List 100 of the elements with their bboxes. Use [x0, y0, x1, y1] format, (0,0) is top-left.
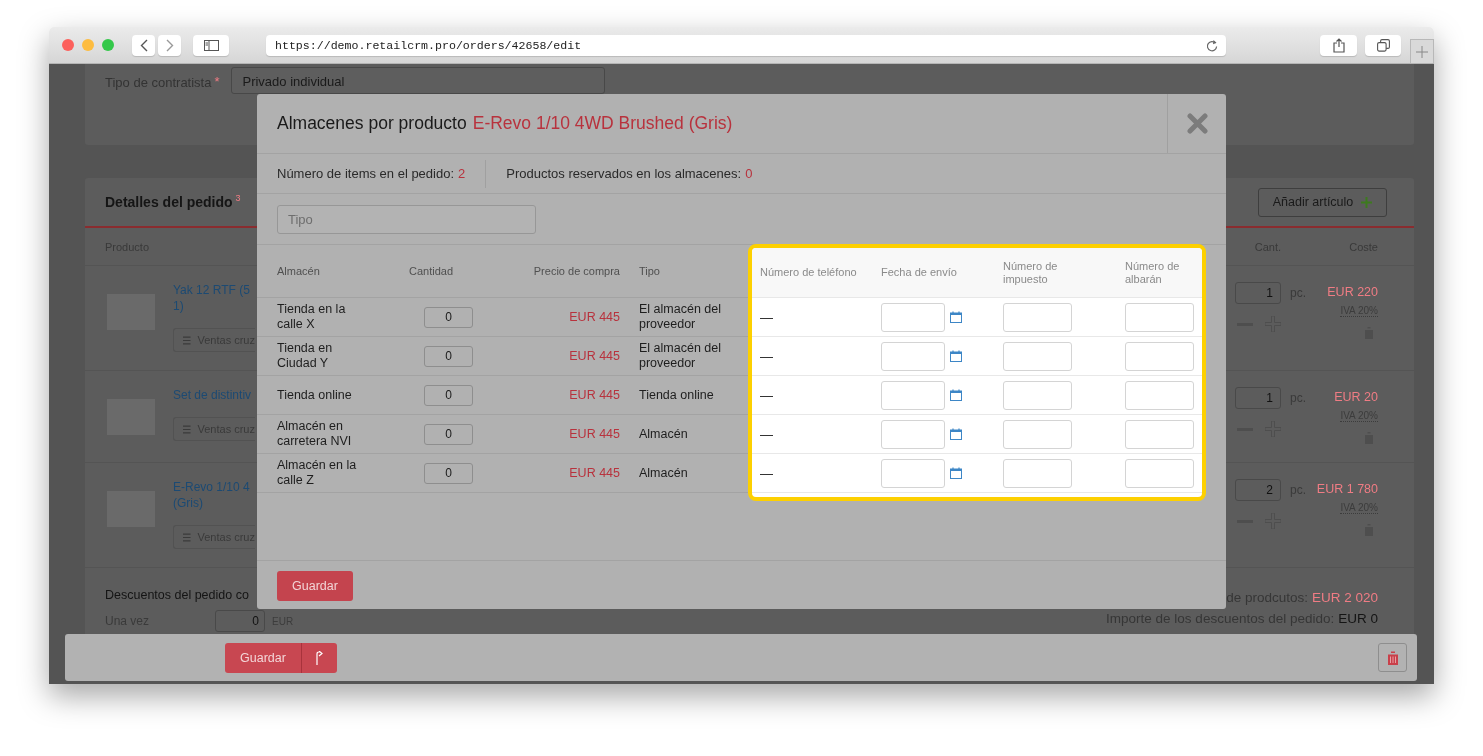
table-cell-text: El almacén del proveedor [638, 302, 722, 332]
tax-number-field[interactable] [1003, 458, 1072, 488]
quantity-field[interactable]: 0 [424, 462, 473, 484]
table-cell-text: EUR 445 [568, 465, 620, 481]
list-icon [183, 532, 191, 542]
list-icon [183, 424, 191, 434]
price: EUR 20 [1334, 390, 1378, 404]
table-cell-text: Almacén [638, 426, 689, 442]
column-header: Precio de compra [532, 265, 620, 277]
table-cell-text: — [759, 348, 774, 364]
delivery-note-field[interactable] [1125, 380, 1194, 410]
table-cell-text: Almacén en carretera NVI [276, 419, 353, 449]
sidebar-button[interactable] [193, 34, 229, 56]
delivery-note-field[interactable] [1125, 341, 1194, 371]
sidebar-icon [203, 39, 219, 51]
save-exit-button[interactable] [301, 642, 337, 673]
window-zoom-button[interactable] [102, 39, 114, 51]
chevron-right-icon [165, 38, 174, 52]
share-icon [1332, 37, 1345, 53]
quantity-field[interactable]: 2 [1235, 479, 1281, 501]
table-cell-text: — [759, 426, 774, 442]
item-count: 3 [235, 194, 241, 203]
tax-number-field[interactable] [1003, 341, 1072, 371]
dialog-title: Almacenes por producto [277, 113, 467, 134]
tax-number-field[interactable] [1003, 419, 1072, 449]
tax-number-field[interactable] [1003, 380, 1072, 410]
quantity-field[interactable]: 1 [1235, 387, 1281, 409]
delivery-note-field[interactable] [1125, 419, 1194, 449]
back-button[interactable] [132, 34, 155, 56]
close-icon [1186, 113, 1208, 134]
table-cell-text: Tienda en la calle X [276, 302, 347, 332]
quantity-field[interactable]: 0 [424, 384, 473, 406]
reload-icon[interactable] [1206, 38, 1218, 52]
discount-field[interactable]: 0 [215, 610, 265, 632]
type-filter-field[interactable]: Tipo [277, 205, 536, 234]
table-cell-text: El almacén del proveedor [638, 341, 722, 371]
price: EUR 1 780 [1316, 482, 1378, 496]
delete-button[interactable] [1378, 643, 1407, 672]
quantity-field[interactable]: 1 [1235, 282, 1281, 304]
table-cell-text: EUR 445 [568, 348, 620, 364]
calendar-icon[interactable] [950, 428, 962, 440]
plus-icon [1361, 196, 1373, 208]
date-field[interactable] [881, 419, 945, 449]
table-cell-text: EUR 445 [568, 426, 620, 442]
quantity-field[interactable]: 0 [424, 345, 473, 367]
contractor-select[interactable]: Privado individual [231, 67, 606, 94]
calendar-icon[interactable] [950, 389, 962, 401]
delivery-note-field[interactable] [1125, 302, 1194, 332]
calendar-icon[interactable] [950, 467, 962, 479]
product-name: E-Revo 1/10 4WD Brushed (Gris) [472, 113, 733, 134]
stat-label: Productos reservados en los almacenes: [506, 166, 742, 181]
forward-button[interactable] [158, 34, 181, 56]
section-title: Descuentos del pedido co [105, 588, 250, 602]
required-mark: * [214, 73, 221, 89]
tax-number-field[interactable] [1003, 302, 1072, 332]
save-button[interactable]: Guardar [225, 642, 301, 673]
date-field[interactable] [881, 458, 945, 488]
chevron-left-icon [139, 38, 148, 52]
price: EUR 220 [1327, 285, 1378, 299]
date-field[interactable] [881, 302, 945, 332]
table-cell-text: Almacén [638, 465, 689, 481]
column-header: Almacén [276, 265, 321, 277]
table-cell-text: Tienda online [276, 387, 353, 403]
stat-value: 0 [745, 166, 753, 181]
total-value: EUR 0 [1338, 611, 1378, 626]
stat-value: 2 [458, 166, 466, 181]
share-button[interactable] [1320, 34, 1357, 56]
table-cell-text: Tienda en Ciudad Y [276, 341, 334, 371]
table-cell-text: EUR 445 [568, 387, 620, 403]
save-button[interactable]: Guardar [277, 571, 353, 601]
window-close-button[interactable] [62, 39, 74, 51]
column-header: Cantidad [408, 265, 455, 277]
column-header: Fecha de envío [880, 266, 958, 279]
table-cell-text: — [759, 309, 774, 325]
date-field[interactable] [881, 341, 945, 371]
total-value: EUR 2 020 [1311, 590, 1378, 605]
column-header: Número de impuesto [1002, 259, 1059, 286]
column-header: Número de albarán [1124, 259, 1181, 286]
calendar-icon[interactable] [950, 350, 962, 362]
trash-icon [1386, 650, 1399, 665]
address-bar[interactable]: https://demo.retailcrm.pro/orders/42658/edit [266, 34, 1226, 56]
table-cell-text: — [759, 387, 774, 403]
tabs-button[interactable] [1365, 34, 1401, 56]
table-cell-text: — [759, 465, 774, 481]
delivery-note-field[interactable] [1125, 458, 1194, 488]
column-header: Número de teléfono [759, 266, 858, 279]
column-header: Tipo [638, 265, 661, 277]
tabs-icon [1376, 38, 1390, 52]
quantity-field[interactable]: 0 [424, 423, 473, 445]
table-cell-text: Tienda online [638, 387, 715, 403]
window-minimize-button[interactable] [82, 39, 94, 51]
section-title: Detalles del pedido [105, 194, 233, 210]
table-cell-text: Almacén en la calle Z [276, 458, 358, 488]
table-cell-text: EUR 445 [568, 309, 620, 325]
date-field[interactable] [881, 380, 945, 410]
new-tab-button[interactable] [1410, 39, 1434, 63]
calendar-icon[interactable] [950, 311, 962, 323]
add-item-button[interactable]: Añadir artículo [1258, 187, 1387, 217]
plus-icon [1416, 45, 1428, 58]
quantity-field[interactable]: 0 [424, 306, 473, 328]
